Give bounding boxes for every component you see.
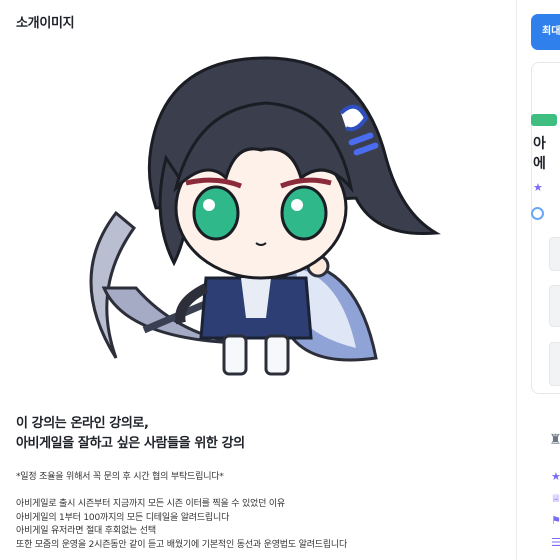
intro-headline-line2: 아비게일을 잘하고 싶은 사람들을 위한 강의 <box>16 436 245 451</box>
option-box[interactable] <box>549 342 560 386</box>
option-box[interactable] <box>549 237 560 271</box>
intro-line: 아비게일로 출시 시즌부터 지금까지 모든 시즌 이터를 찍을 수 있었던 이유 <box>16 499 286 509</box>
course-card-title-line1: 아 <box>533 136 546 152</box>
course-card-title: 아 에 <box>533 134 546 174</box>
status-badge <box>531 114 557 126</box>
intro-headline-line1: 이 강의는 온라인 강의로, <box>16 416 149 431</box>
list-icon: ☰ <box>551 536 560 549</box>
course-card-title-line2: 에 <box>533 156 546 172</box>
intro-line: 아비게일 유저라면 절대 후회없는 선택 <box>16 526 156 536</box>
intro-headline: 이 강의는 온라인 강의로, 아비게일을 잘하고 싶은 사람들을 위한 강의 <box>16 414 245 454</box>
intro-note: *일정 조율을 위해서 꼭 문의 후 시간 협의 부탁드립니다* <box>16 472 224 482</box>
flag-icon: ⚑ <box>551 514 560 527</box>
max-button[interactable]: 최대 <box>531 14 560 50</box>
instructor-icon: ♜ <box>549 432 560 448</box>
option-box[interactable] <box>549 285 560 327</box>
star-icon: ★ <box>551 470 560 483</box>
intro-line: 아비게일의 1부터 100까지의 모든 디테일을 알려드립니다 <box>16 512 230 523</box>
star-icon: ★ <box>533 181 543 194</box>
crown-icon: ♕ <box>551 492 560 505</box>
intro-line: 또한 모줌의 운영을 2시즌동안 같이 듣고 배웠기에 기본적인 동선과 운영법… <box>16 539 348 550</box>
globe-icon <box>531 207 544 220</box>
intro-character-image <box>89 56 441 376</box>
intro-description: 아비게일로 출시 시즌부터 지금까지 모든 시즌 이터를 찍을 수 있었던 이유… <box>16 498 347 552</box>
section-title: 소개이미지 <box>16 16 75 31</box>
course-detail-main: 소개이미지 이 강의는 온라인 강의로, 아비게일을 잘하고 싶은 사람들을 위… <box>0 0 516 560</box>
